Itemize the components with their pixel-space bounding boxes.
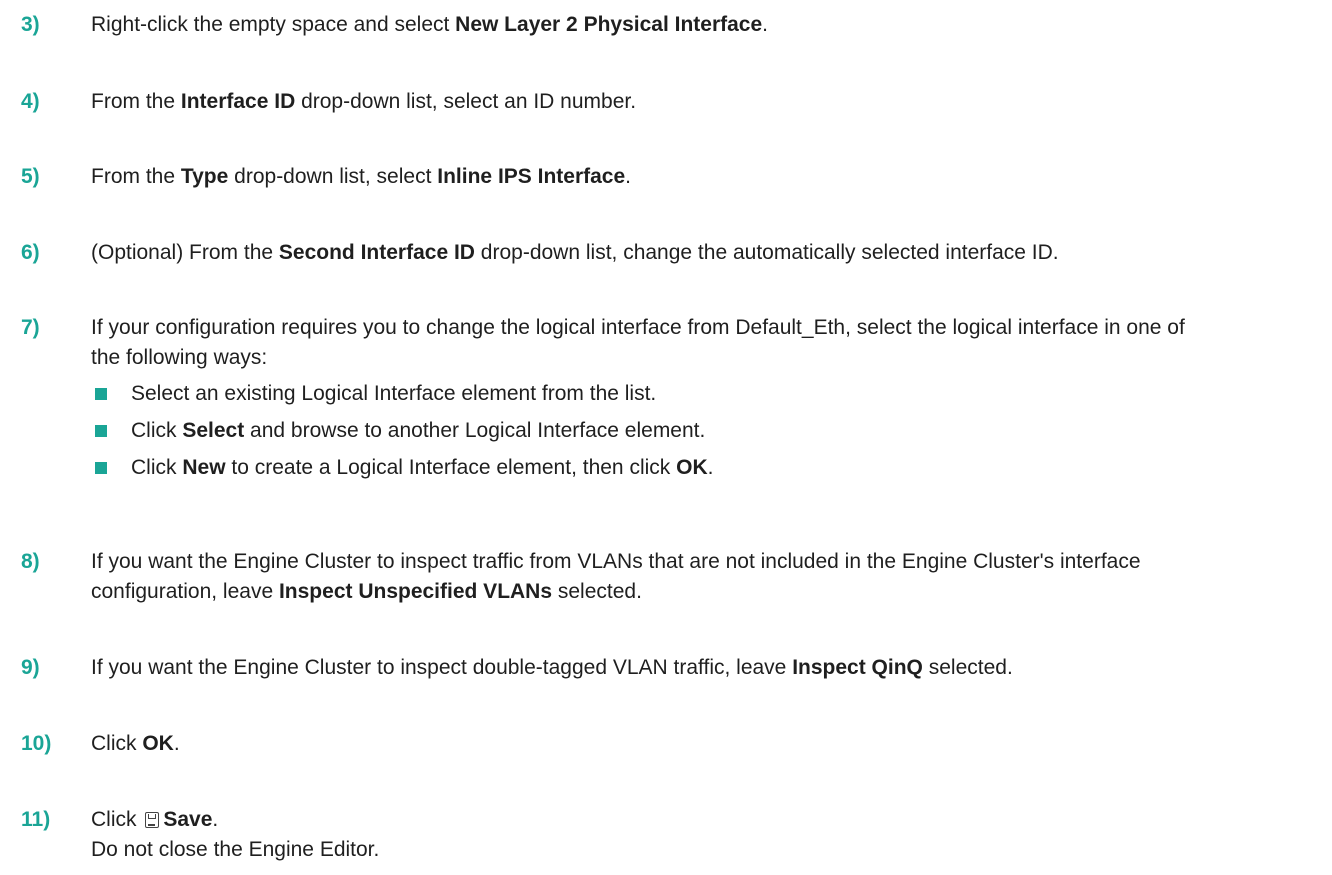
text-run: drop-down list, select an ID number. bbox=[295, 90, 637, 113]
text-run: drop-down list, change the automatically… bbox=[474, 241, 1059, 264]
text-run: If you want the Engine Cluster to inspec… bbox=[91, 656, 793, 679]
square-bullet-icon bbox=[95, 425, 107, 437]
text-run: From the bbox=[91, 90, 181, 113]
step-number: 7) bbox=[21, 316, 40, 339]
ui-term: Type bbox=[180, 165, 229, 188]
text-run: . bbox=[212, 808, 219, 831]
ui-term: Save bbox=[163, 808, 213, 831]
square-bullet-icon bbox=[95, 462, 107, 474]
ui-term: New bbox=[182, 456, 226, 479]
step-number: 8) bbox=[21, 550, 40, 573]
ui-term: OK bbox=[676, 456, 708, 479]
text-run: Click bbox=[91, 808, 143, 831]
step-text: If you want the Engine Cluster to inspec… bbox=[91, 547, 1201, 607]
step-number: 10) bbox=[21, 732, 52, 755]
step-number: 3) bbox=[21, 13, 40, 36]
list-item-text: Click New to create a Logical Interface … bbox=[131, 456, 713, 479]
square-bullet-icon bbox=[95, 388, 107, 400]
step-number: 5) bbox=[21, 165, 40, 188]
option-list: Select an existing Logical Interface ele… bbox=[91, 379, 1201, 483]
step-text: From the Interface ID drop-down list, se… bbox=[91, 87, 1326, 117]
list-item: Select an existing Logical Interface ele… bbox=[91, 379, 1201, 409]
text-run: Right-click the empty space and select bbox=[91, 13, 456, 36]
step-text: If you want the Engine Cluster to inspec… bbox=[91, 653, 1326, 683]
step-number: 11) bbox=[21, 808, 51, 831]
text-run: From the bbox=[91, 165, 181, 188]
ui-term: New Layer 2 Physical Interface bbox=[455, 13, 763, 36]
ui-term: Inline IPS Interface bbox=[437, 165, 626, 188]
text-run: Click bbox=[131, 419, 183, 442]
step-text: If your configuration requires you to ch… bbox=[91, 313, 1201, 373]
list-item: Click New to create a Logical Interface … bbox=[91, 453, 1201, 483]
ui-term: Second Interface ID bbox=[278, 241, 475, 264]
text-run: . bbox=[625, 165, 632, 188]
text-run: Click bbox=[91, 732, 143, 755]
step-text: From the Type drop-down list, select Inl… bbox=[91, 162, 1326, 192]
text-run: selected. bbox=[552, 580, 642, 603]
step-text: Right-click the empty space and select N… bbox=[91, 10, 1326, 40]
save-icon bbox=[145, 812, 160, 828]
step-text: (Optional) From the Second Interface ID … bbox=[91, 238, 1326, 268]
list-item-text: Click Select and browse to another Logic… bbox=[131, 419, 705, 442]
step-number: 4) bbox=[21, 90, 40, 113]
text-run: drop-down list, select bbox=[228, 165, 438, 188]
list-item: Click Select and browse to another Logic… bbox=[91, 416, 1201, 446]
step-number: 6) bbox=[21, 241, 40, 264]
ui-term: OK bbox=[142, 732, 174, 755]
text-run: and browse to another Logical Interface … bbox=[244, 419, 706, 442]
step-text: Click Save. bbox=[91, 805, 1326, 835]
ui-term: Inspect Unspecified VLANs bbox=[278, 580, 553, 603]
ui-term: Inspect QinQ bbox=[792, 656, 923, 679]
ui-term: Select bbox=[182, 419, 245, 442]
text-run: . bbox=[707, 456, 714, 479]
text-run: Select an existing Logical Interface ele… bbox=[131, 382, 657, 405]
step-text: Click OK. bbox=[91, 729, 1326, 759]
list-item-text: Select an existing Logical Interface ele… bbox=[131, 382, 656, 405]
text-run: If your configuration requires you to ch… bbox=[91, 316, 1185, 369]
step-note: Do not close the Engine Editor. bbox=[91, 838, 380, 861]
text-run: . bbox=[762, 13, 769, 36]
text-run: Click bbox=[131, 456, 183, 479]
step-number: 9) bbox=[21, 656, 40, 679]
ui-term: Interface ID bbox=[180, 90, 296, 113]
text-run: (Optional) From the bbox=[91, 241, 279, 264]
text-run: selected. bbox=[922, 656, 1013, 679]
text-run: to create a Logical Interface element, t… bbox=[225, 456, 677, 479]
text-run: . bbox=[173, 732, 180, 755]
